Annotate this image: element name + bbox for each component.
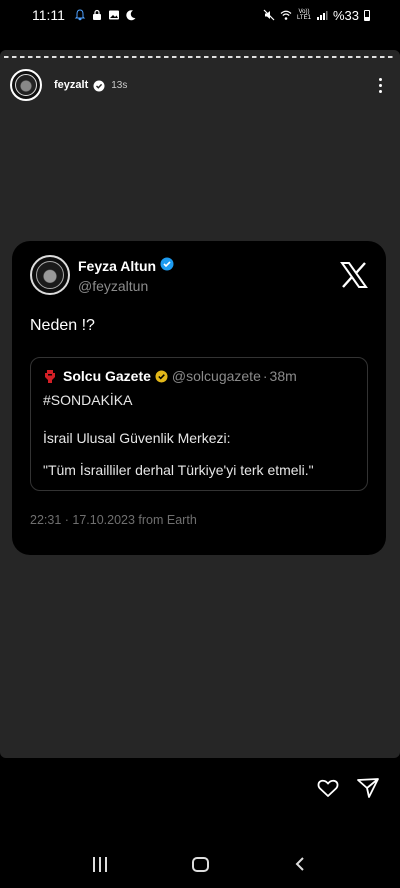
quote-hashtag: #SONDAKİKA [43,392,133,408]
bell-icon [74,9,86,21]
story-avatar[interactable] [10,69,42,101]
status-time: 11:11 [32,7,65,23]
image-icon [108,9,120,21]
quoted-tweet: Solcu Gazete @solcugazete · 38m #SONDAKİ… [30,357,368,491]
tweet-header: Feyza Altun @feyzaltun [30,253,368,297]
tweet-text: Neden !? [30,317,95,334]
battery-percent: %33 [332,7,359,23]
author-name-row: Feyza Altun [78,257,174,276]
more-options-icon[interactable] [370,73,390,97]
recent-apps-button[interactable] [85,849,115,879]
quote-separator: · [262,368,268,384]
send-icon[interactable] [356,776,380,800]
screen: 11:11 Vo)) LTE1 %33 feyzalt 13s Feyza Al… [0,0,400,888]
story-frame[interactable]: feyzalt 13s Feyza Altun @feyzaltun Neden… [0,50,400,758]
quote-author-handle: @solcugazete [171,368,261,384]
tweet-avatar [30,255,70,295]
tweet-author: Feyza Altun @feyzaltun [78,257,174,294]
gold-verified-icon [155,370,168,383]
tweet-timestamp: 22:31 · 17.10.2023 from Earth [30,513,197,527]
x-logo-icon [340,262,368,288]
battery-icon [364,9,370,21]
status-left: 11:11 [32,7,137,23]
home-button[interactable] [185,849,215,879]
verified-badge-icon [160,257,174,276]
verified-icon [93,79,105,92]
back-icon [295,857,304,871]
author-handle: @feyzaltun [78,277,149,294]
story-header: feyzalt 13s [10,69,390,101]
home-icon [191,856,209,872]
back-button[interactable] [285,849,315,879]
navigation-bar [0,840,400,888]
quote-time: 38m [269,368,297,384]
heart-icon[interactable] [316,776,340,800]
story-time: 13s [111,79,128,91]
signal-icon [316,9,328,21]
story-actions [316,776,380,800]
solcu-gazete-logo-icon [43,368,57,384]
volte-icon: Vo)) LTE1 [297,9,311,21]
mute-icon [263,9,275,21]
quote-author-name: Solcu Gazete [63,368,151,384]
tweet-card[interactable]: Feyza Altun @feyzaltun Neden !? Solcu Ga… [12,241,386,555]
story-progress-bar [4,56,396,58]
moon-icon [125,9,137,21]
quote-line-2: İsrail Ulusal Güvenlik Merkezi: [43,430,231,446]
lock-icon [91,9,103,21]
wifi-icon [280,9,292,21]
status-bar: 11:11 Vo)) LTE1 %33 [0,0,400,30]
quote-line-3: "Tüm İsrailliler derhal Türkiye'yi terk … [43,462,314,478]
story-username[interactable]: feyzalt [54,79,88,91]
author-name: Feyza Altun [78,258,157,274]
avatar-image [15,74,37,96]
status-right: Vo)) LTE1 %33 [263,8,370,23]
quote-header: Solcu Gazete @solcugazete · 38m [43,368,355,384]
